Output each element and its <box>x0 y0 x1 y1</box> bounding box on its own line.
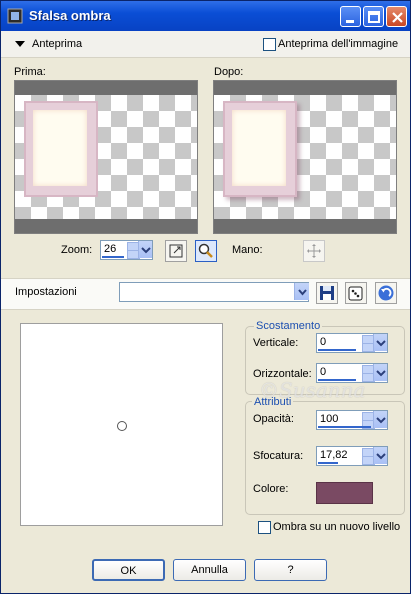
image-preview-checkbox[interactable] <box>263 38 276 51</box>
minimize-icon <box>346 20 354 23</box>
settings-label: Impostazioni <box>15 286 77 298</box>
dialog-window: Sfalsa ombra Anteprima Anteprima dell'im… <box>0 0 411 594</box>
blur-slider-track[interactable] <box>318 462 338 464</box>
app-icon <box>7 8 23 24</box>
blur-dropdown-icon[interactable] <box>373 447 387 464</box>
before-frame-image <box>24 101 98 197</box>
maximize-icon <box>368 11 380 23</box>
opacity-slider-track[interactable] <box>318 426 371 428</box>
chevron-down-icon <box>298 289 307 296</box>
vertical-offset-value: 0 <box>320 336 327 348</box>
offset-canvas[interactable] <box>20 323 223 526</box>
watermark-text: ©Susanna <box>259 378 366 402</box>
magnifier-icon <box>198 243 213 258</box>
color-label: Colore: <box>253 483 289 495</box>
opacity-input[interactable]: 100 <box>316 410 388 430</box>
zoom-tool-button[interactable] <box>195 240 217 262</box>
blur-input[interactable]: 17,82 <box>316 446 388 466</box>
zoom-input[interactable]: 26 <box>100 240 153 260</box>
help-button[interactable]: ? <box>254 559 327 581</box>
preset-dropdown[interactable] <box>119 282 309 302</box>
zoom-label: Zoom: <box>61 244 93 256</box>
chevron-down-icon <box>376 417 386 424</box>
close-button[interactable] <box>386 6 407 27</box>
pan-button[interactable] <box>303 240 325 262</box>
blur-value: 17,82 <box>320 449 348 461</box>
after-preview[interactable] <box>213 80 397 234</box>
move-icon <box>307 244 321 258</box>
horizontal-offset-value: 0 <box>320 366 327 378</box>
preview-header-label: Anteprima <box>32 38 83 50</box>
zoom-dropdown-icon[interactable] <box>138 241 152 258</box>
before-label: Prima: <box>14 66 46 78</box>
cancel-button[interactable]: Annulla <box>173 559 246 581</box>
chevron-down-icon <box>376 340 386 347</box>
frame-inner <box>33 110 87 186</box>
offset-group-title: Scostamento <box>254 320 323 332</box>
minimize-button[interactable] <box>340 6 361 27</box>
ok-button[interactable]: OK <box>92 559 165 581</box>
vertical-dropdown-icon[interactable] <box>373 334 387 351</box>
window-title: Sfalsa ombra <box>29 8 111 23</box>
pan-label: Mano: <box>232 244 263 256</box>
save-preset-button[interactable] <box>316 282 338 304</box>
reset-button[interactable] <box>375 282 397 304</box>
image-preview-label: Anteprima dell'immagine <box>278 38 399 50</box>
new-layer-label: Ombra su un nuovo livello <box>273 521 401 533</box>
zoom-fit-button[interactable] <box>165 240 187 262</box>
collapse-arrow-icon[interactable] <box>15 41 25 47</box>
resize-icon <box>169 244 183 258</box>
chevron-down-icon <box>376 370 386 377</box>
horizontal-dropdown-icon[interactable] <box>373 364 387 381</box>
title-bar[interactable]: Sfalsa ombra <box>1 1 410 31</box>
zoom-slider-track[interactable] <box>102 256 124 258</box>
dice-icon <box>348 286 363 301</box>
maximize-button[interactable] <box>363 6 384 27</box>
before-preview[interactable] <box>14 80 198 234</box>
close-icon <box>392 12 403 23</box>
new-layer-checkbox[interactable] <box>258 521 271 534</box>
after-frame-image <box>223 101 297 197</box>
vertical-offset-input[interactable]: 0 <box>316 333 388 353</box>
opacity-label: Opacità: <box>253 413 294 425</box>
zoom-value: 26 <box>104 243 117 255</box>
vertical-slider-track[interactable] <box>318 349 356 351</box>
undo-icon <box>378 285 394 301</box>
vertical-label: Verticale: <box>253 337 299 349</box>
frame-inner <box>232 110 286 186</box>
after-label: Dopo: <box>214 66 244 78</box>
floppy-disk-icon <box>320 286 334 300</box>
blur-label: Sfocatura: <box>253 450 304 462</box>
shadow-color-swatch[interactable] <box>316 482 373 504</box>
opacity-dropdown-icon[interactable] <box>373 411 387 428</box>
chevron-down-icon <box>141 247 151 254</box>
chevron-down-icon <box>376 453 386 460</box>
offset-handle-icon[interactable] <box>116 420 128 432</box>
opacity-value: 100 <box>320 413 339 425</box>
random-button[interactable] <box>345 282 367 304</box>
preset-dropdown-arrow[interactable] <box>294 283 309 300</box>
